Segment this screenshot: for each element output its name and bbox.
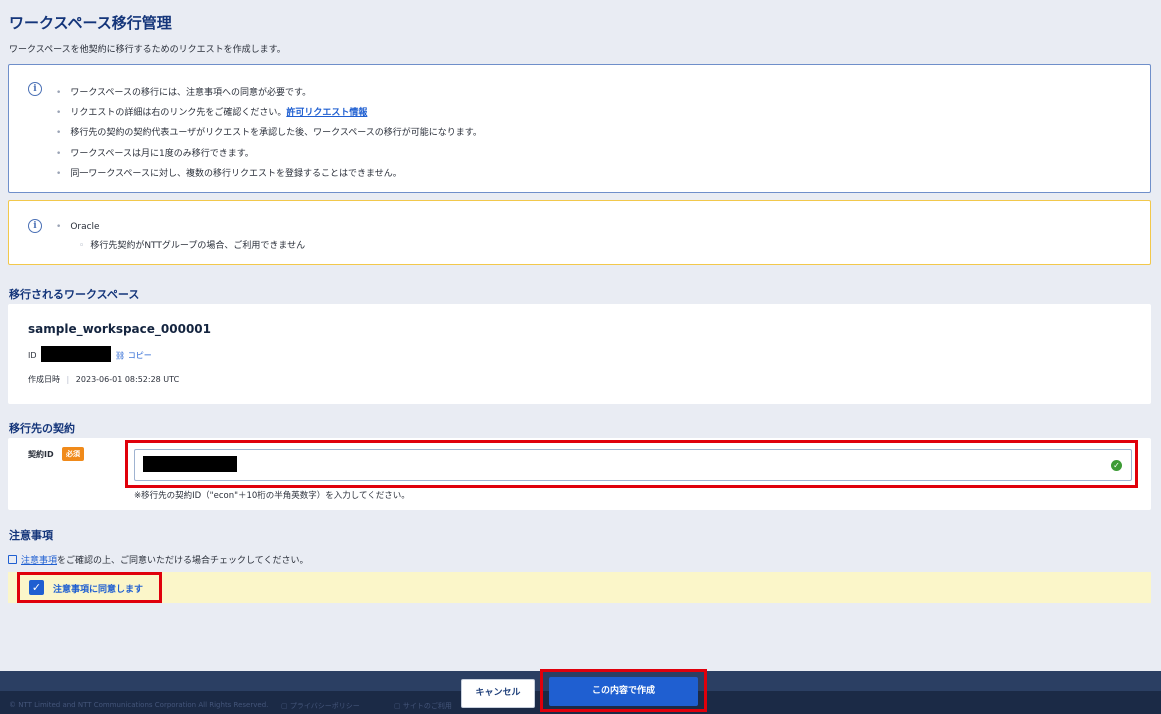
info-icon: i [28,219,42,233]
cancel-button[interactable]: キャンセル [461,679,535,708]
footer-privacy-link[interactable]: ▢ プライバシーポリシー [281,701,360,711]
red-frame-contract [125,440,1138,488]
notes-section-title: 注意事項 [9,529,53,542]
info-notice: i • ワークスペースの移行には、注意事項への同意が必要です。 • リクエストの詳細… [8,64,1151,193]
info-item: • ワークスペースの移行には、注意事項への同意が必要です。 [56,88,312,98]
contract-id-hint: ※移行先の契約ID（"econ"＋10桁の半角英数字）を入力してください。 [134,491,410,501]
warning-notice: i • Oracle ◦ 移行先契約がNTTグループの場合、ご利用できません [8,200,1151,265]
required-badge: 必須 [62,447,84,461]
info-item: • 同一ワークスペースに対し、複数の移行リクエストを登録することはできません。 [56,169,402,179]
workspace-created: 作成日時 | 2023-06-01 08:52:28 UTC [28,375,180,384]
page-description: ワークスペースを他契約に移行するためのリクエストを作成します。 [9,45,286,55]
footer-copyright: © NTT Limited and NTT Communications Cor… [9,701,269,709]
warning-service: • Oracle [56,222,100,232]
info-item: • 移行先の契約の契約代表ユーザがリクエストを承認した後、ワークスペースの移行が可… [56,128,482,138]
info-icon: i [28,82,42,96]
document-icon [8,555,17,564]
contract-id-label: 契約ID [28,450,54,459]
red-frame-create [540,669,707,712]
contract-section-title: 移行先の契約 [9,422,75,435]
footer-terms-link[interactable]: ▢ サイトのご利用 [394,701,452,711]
workspace-id-value [41,346,111,362]
page-title: ワークスペース移行管理 [9,14,172,32]
copy-button[interactable]: ⛓ コピー [115,350,152,361]
info-item: • ワークスペースは月に1度のみ移行できます。 [56,149,254,159]
workspace-section-title: 移行されるワークスペース [9,288,140,301]
red-frame-agree [17,572,162,603]
info-item: • リクエストの詳細は右のリンク先をご確認ください。許可リクエスト情報 [56,108,368,118]
warning-detail: ◦ 移行先契約がNTTグループの場合、ご利用できません [79,241,306,251]
workspace-id-label: ID [28,351,37,360]
link-icon: ⛓ [115,351,126,360]
workspace-name: sample_workspace_000001 [28,322,211,336]
notes-description: 注意事項をご確認の上、ご同意いただける場合チェックしてください。 [8,553,308,566]
notes-link[interactable]: 注意事項 [21,556,57,566]
workspace-card: sample_workspace_000001 ID ⛓ コピー 作成日時 | … [8,304,1151,404]
agree-band [8,572,1151,603]
permission-request-link[interactable]: 許可リクエスト情報 [286,108,367,118]
